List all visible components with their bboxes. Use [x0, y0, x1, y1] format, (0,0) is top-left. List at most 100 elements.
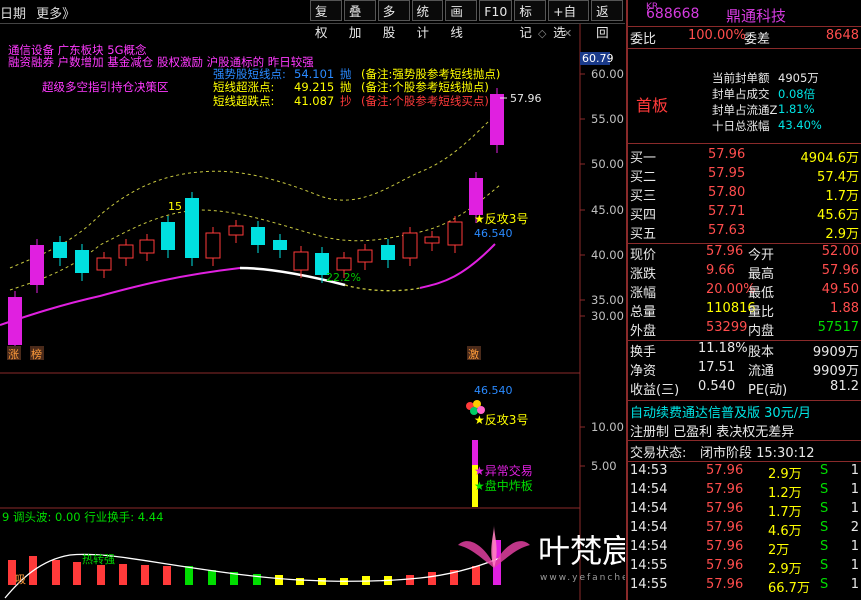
stats-label: 流通 [748, 364, 775, 379]
weibi-row: 委比 100.00% 委差 8648 [628, 28, 861, 49]
statistics-button[interactable]: 统计 [411, 0, 444, 40]
weicha-value: 8648 [825, 28, 859, 43]
indicator-bar [97, 565, 105, 585]
axis-ticks [580, 73, 585, 467]
svg-text:✕: ✕ [563, 27, 572, 40]
tick-volume: 2.9万 [768, 467, 802, 482]
tick-count: 1 [850, 558, 859, 573]
overlay-button[interactable]: 叠加 [343, 0, 376, 40]
buy-volume: 1.7万 [825, 189, 859, 204]
status-label: 交易状态: [630, 446, 687, 461]
bottom-label-a: 热转强 [82, 552, 115, 566]
y-tick: 30.00 [591, 309, 624, 323]
f10-button[interactable]: F10 [479, 0, 513, 21]
mark-button[interactable]: 标记 [514, 0, 547, 40]
stats-label: 换手 [630, 345, 657, 360]
quote-row: 涨幅 20.00% 最低 49.50 [628, 282, 861, 303]
tick-row: 14:55 57.96 2.9万 S 1 [628, 558, 861, 579]
quote-label: 外盘 [630, 324, 657, 339]
promo-text: 自动续费通达信普及版 30元/月 [630, 406, 812, 421]
stats-value: 0.540 [698, 379, 736, 394]
quote-value: 1.88 [830, 301, 859, 316]
seal-value: 1.81% [778, 102, 815, 116]
quote-label: 涨跌 [630, 267, 657, 282]
quote-label: 现价 [630, 248, 657, 263]
counter-attack-label: ★反攻3号 [474, 212, 528, 226]
indicator-bar [296, 578, 304, 585]
multi-stock-button[interactable]: 多股 [377, 0, 410, 40]
kline-chart[interactable]: ◇ ✕ 60.79 60.00 55.00 50.00 45.00 40.00 … [0, 24, 625, 600]
stats-row: 收益(三) 0.540 PE(动) 81.2 [628, 379, 861, 400]
back-button[interactable]: 返回 [591, 0, 623, 40]
buy-price: 57.71 [708, 204, 746, 219]
tick-time: 14:54 [630, 501, 668, 516]
buy-level-row[interactable]: 买二 57.95 57.4万 [628, 166, 861, 187]
sub-y-tick: 10.00 [591, 420, 624, 434]
buy-price: 57.96 [708, 147, 746, 162]
tick-side: S [820, 558, 829, 573]
watermark-title: 叶梵宸指标公式网 [538, 532, 625, 570]
counter-attack-value: 46.540 [474, 227, 513, 240]
menu-more[interactable]: 更多》 [36, 7, 75, 22]
chart-toolbar: 日期 更多》 复权 叠加 多股 统计 画线 F10 标记 +自选 返回 [0, 0, 625, 40]
quote-label: 最低 [748, 286, 775, 301]
candle-body [469, 178, 483, 215]
ind-tag: 抄 [340, 94, 352, 108]
candle-body [53, 242, 67, 258]
add-watchlist-button[interactable]: +自选 [548, 0, 590, 40]
indicator-bar [119, 564, 127, 585]
indicator-bar [185, 566, 193, 585]
weibi-value: 100.00% [688, 28, 746, 43]
low-pct-label: 22.2% [326, 271, 361, 284]
quote-value: 52.00 [821, 244, 859, 259]
indicator-bar [163, 566, 171, 585]
draw-line-button[interactable]: 画线 [445, 0, 478, 40]
tick-count: 1 [850, 482, 859, 497]
y-tick: 40.00 [591, 248, 624, 262]
buy-price: 57.63 [708, 223, 746, 238]
marker-bang: 榜 [31, 347, 42, 361]
buy-level-row[interactable]: 买四 57.71 45.6万 [628, 204, 861, 225]
tick-price: 57.96 [706, 558, 744, 573]
quote-label: 今开 [748, 248, 775, 263]
sub-label-abnormal: ★异常交易 [474, 463, 533, 478]
tick-row: 14:53 57.96 2.9万 S 1 [628, 463, 861, 484]
sub-y-tick: 5.00 [591, 459, 617, 473]
trade-status: 交易状态: 闭市阶段 15:30:12 [628, 442, 861, 463]
ind-tag: 抛 [340, 67, 352, 81]
ind-note: (备注:个股参考短线买点) [361, 94, 489, 108]
buy-label: 买三 [630, 189, 657, 204]
seal-label: 当前封单额 [712, 71, 770, 85]
pane-controls[interactable]: ◇ ✕ [538, 27, 572, 40]
quote-panel: KR 688668 鼎通科技 委比 100.00% 委差 8648 首板 当前封… [626, 0, 861, 600]
ind-note: (备注:个股参考短线抛点) [361, 80, 489, 94]
buy-level-row[interactable]: 买一 57.96 4904.6万 [628, 147, 861, 168]
tick-row: 14:54 57.96 1.2万 S 1 [628, 482, 861, 503]
menu-date[interactable]: 日期 [0, 7, 26, 22]
candle-body [8, 297, 22, 345]
ind-label: 短线超涨点: [213, 80, 274, 94]
tick-side: S [820, 482, 829, 497]
quote-label: 内盘 [748, 324, 775, 339]
candle-body [381, 245, 395, 260]
buy-level-row[interactable]: 买五 57.63 2.9万 [628, 223, 861, 244]
candle-body [336, 257, 352, 271]
stats-value: 11.18% [698, 341, 748, 356]
stats-value: 81.2 [830, 379, 859, 394]
stock-name: 鼎通科技 [726, 7, 787, 25]
ind-note: (备注:强势股参考短线抛点) [361, 67, 500, 81]
quote-value: 53299 [706, 320, 748, 335]
promo-line[interactable]: 自动续费通达信普及版 30元/月 [628, 402, 861, 423]
marker-ji: 激 [468, 347, 479, 361]
toolbar-left: 日期 更多》 [0, 3, 81, 22]
tick-row: 14:54 57.96 4.6万 S 2 [628, 520, 861, 541]
quote-value: 57.96 [706, 244, 744, 259]
listing-text: 注册制 已盈利 表决权无差异 [630, 425, 795, 440]
quote-row: 总量 110816 量比 1.88 [628, 301, 861, 322]
tick-time: 14:53 [630, 463, 668, 478]
label-15: 15 [168, 200, 182, 213]
restore-rights-button[interactable]: 复权 [310, 0, 342, 40]
seal-label: 十日总涨幅 [712, 119, 770, 133]
buy-level-row[interactable]: 买三 57.80 1.7万 [628, 185, 861, 206]
ind-label: 强势股短线点: [213, 67, 286, 81]
